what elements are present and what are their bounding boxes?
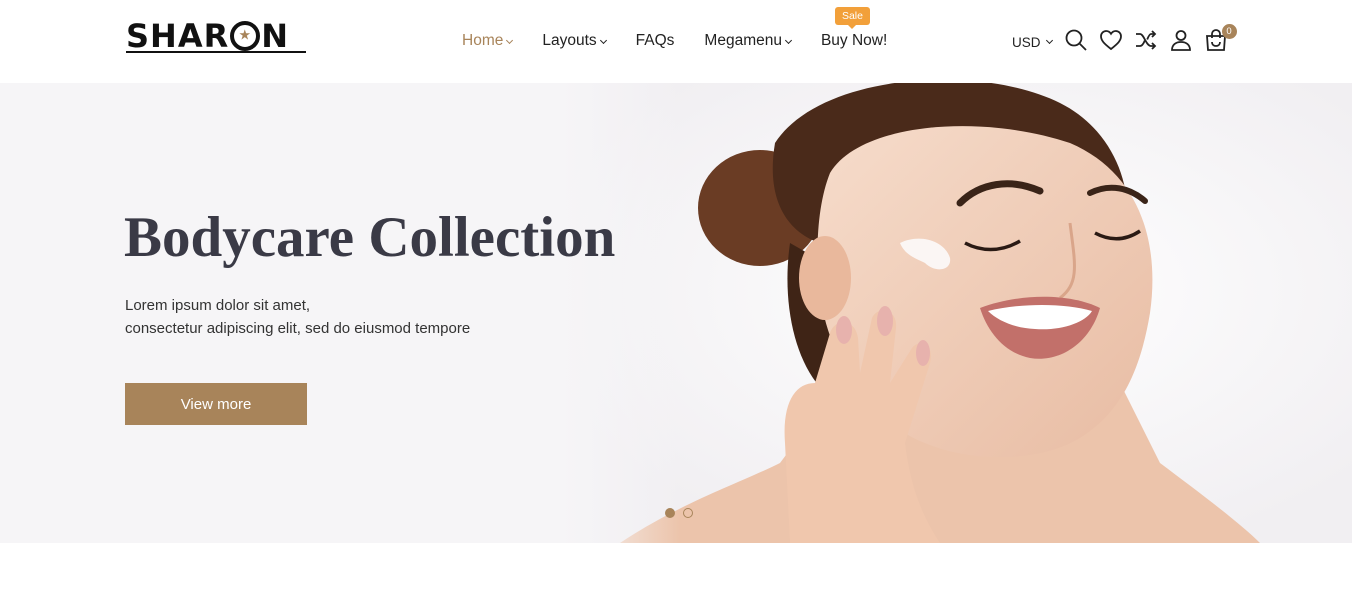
site-header: SHAR ★ N Home Layouts FAQs Megamenu Sale B… bbox=[0, 0, 1352, 83]
hero-desc-line-1: Lorem ipsum dolor sit amet, bbox=[125, 297, 311, 314]
nav-megamenu-label: Megamenu bbox=[704, 32, 782, 49]
nav-buy-now-label: Buy Now! bbox=[820, 32, 888, 49]
nav-buy-now[interactable]: Sale Buy Now! bbox=[820, 7, 888, 50]
chevron-down-icon bbox=[506, 36, 514, 44]
slider-pagination bbox=[665, 508, 701, 518]
logo-wordmark: SHAR ★ N bbox=[126, 18, 289, 54]
cart-icon[interactable]: 0 bbox=[1204, 24, 1237, 52]
hero-title: Bodycare Collection bbox=[124, 206, 616, 269]
currency-selector[interactable]: USD bbox=[1012, 34, 1053, 50]
hero-model-photo bbox=[560, 83, 1352, 543]
logo-star-o: ★ bbox=[230, 21, 261, 51]
nav-faqs-label: FAQs bbox=[635, 32, 675, 49]
header-tools: USD 0 bbox=[1012, 24, 1239, 54]
chevron-down-icon bbox=[1045, 36, 1053, 45]
nav-faqs[interactable]: FAQs bbox=[636, 32, 675, 50]
user-icon[interactable] bbox=[1169, 28, 1193, 52]
slider-dot-1[interactable] bbox=[665, 508, 675, 518]
main-nav: Home Layouts FAQs Megamenu Sale Buy Now! bbox=[462, 7, 917, 52]
slider-dot-2[interactable] bbox=[683, 508, 693, 518]
logo-text-start: SHAR bbox=[126, 17, 230, 55]
currency-label: USD bbox=[1012, 34, 1041, 50]
sale-badge: Sale bbox=[834, 7, 870, 29]
shuffle-icon[interactable] bbox=[1134, 28, 1158, 52]
hero-description: Lorem ipsum dolor sit amet, consectetur … bbox=[125, 295, 470, 340]
chevron-down-icon bbox=[784, 36, 793, 44]
chevron-down-icon bbox=[599, 36, 607, 44]
logo-underline bbox=[126, 51, 306, 53]
nav-layouts-label: Layouts bbox=[542, 32, 597, 49]
nav-home-label: Home bbox=[462, 32, 504, 49]
view-more-button[interactable]: View more bbox=[125, 383, 307, 425]
nav-home[interactable]: Home bbox=[462, 32, 514, 50]
site-logo[interactable]: SHAR ★ N bbox=[126, 18, 306, 54]
cart-count-badge: 0 bbox=[1221, 24, 1237, 39]
hero-slider: Bodycare Collection Lorem ipsum dolor si… bbox=[0, 83, 1352, 543]
heart-icon[interactable] bbox=[1099, 28, 1123, 52]
nav-megamenu[interactable]: Megamenu bbox=[704, 32, 793, 50]
nav-layouts[interactable]: Layouts bbox=[542, 32, 607, 50]
search-icon[interactable] bbox=[1064, 28, 1088, 52]
hero-desc-line-2: consectetur adipiscing elit, sed do eius… bbox=[125, 319, 471, 337]
logo-text-end: N bbox=[261, 17, 290, 55]
